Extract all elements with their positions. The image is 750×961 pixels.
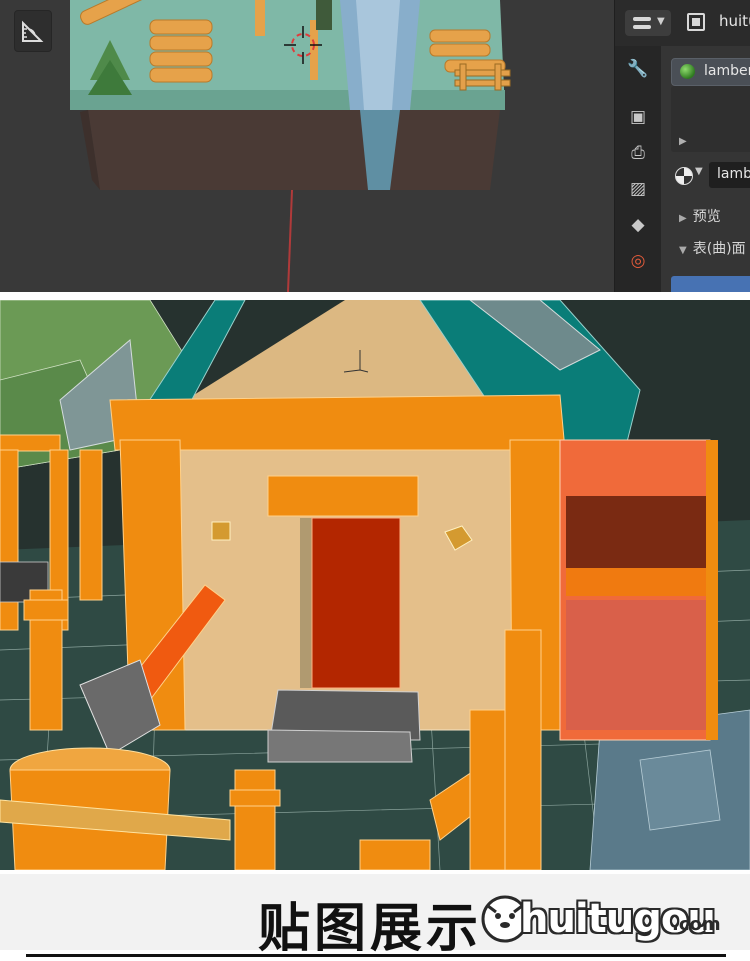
footer: 贴图展示 huitugou .com: [0, 874, 750, 960]
material-sphere-icon: [680, 64, 695, 79]
panel-preview[interactable]: ▶ 预览: [679, 206, 721, 226]
3d-viewport[interactable]: [0, 0, 614, 292]
render-icon[interactable]: ⎙: [627, 142, 649, 164]
particles-icon[interactable]: ◆: [627, 214, 649, 236]
blender-window: ▼ huitu 🔧 ▣ ⎙ ▨ ◆ ◎ lamber ▶ ▼ lamb: [0, 0, 750, 292]
texture-render: [0, 300, 750, 870]
properties-editor: ▼ huitu 🔧 ▣ ⎙ ▨ ◆ ◎ lamber ▶ ▼ lamb: [614, 0, 750, 292]
material-slot-name: lamber: [704, 63, 750, 79]
tool-icon[interactable]: ▣: [627, 106, 649, 128]
footer-divider: [26, 954, 726, 957]
editor-type-dropdown[interactable]: ▼: [625, 10, 671, 36]
material-slot-list[interactable]: ▶: [671, 86, 750, 152]
object-name-label: huitu: [719, 12, 750, 30]
ruler-icon: [22, 20, 44, 42]
properties-header: ▼ huitu: [615, 0, 750, 46]
wrench-icon[interactable]: 🔧: [627, 58, 649, 80]
viewport-scene: [70, 0, 511, 292]
measure-tool-button[interactable]: [14, 10, 52, 52]
material-slot[interactable]: lamber: [671, 58, 750, 86]
object-icon: [687, 13, 705, 31]
surface-shader-button[interactable]: [671, 276, 750, 292]
chevron-down-icon: ▼: [695, 166, 703, 177]
triangle-right-icon: ▶: [679, 213, 687, 224]
world-icon[interactable]: ◎: [627, 250, 649, 272]
material-name-field[interactable]: lamb: [709, 162, 750, 188]
properties-tabs: 🔧 ▣ ⎙ ▨ ◆ ◎: [615, 46, 661, 292]
material-selector[interactable]: ▼ lamb: [665, 162, 750, 188]
watermark-domain: .com: [672, 914, 721, 935]
triangle-right-icon[interactable]: ▶: [679, 136, 687, 147]
material-browse-icon[interactable]: [675, 167, 693, 185]
panel-surface[interactable]: ▼ 表(曲)面: [679, 238, 746, 258]
panel-surface-label: 表(曲)面: [692, 241, 746, 257]
house-render-image: [0, 300, 750, 870]
panel-preview-label: 预览: [692, 209, 721, 225]
triangle-down-icon: ▼: [679, 245, 687, 256]
chevron-down-icon: ▼: [657, 16, 665, 27]
image-icon[interactable]: ▨: [627, 178, 649, 200]
material-properties: lamber ▶ ▼ lamb ▶ 预览 ▼ 表(曲)面: [661, 46, 750, 292]
section-title: 贴图展示: [258, 899, 483, 959]
